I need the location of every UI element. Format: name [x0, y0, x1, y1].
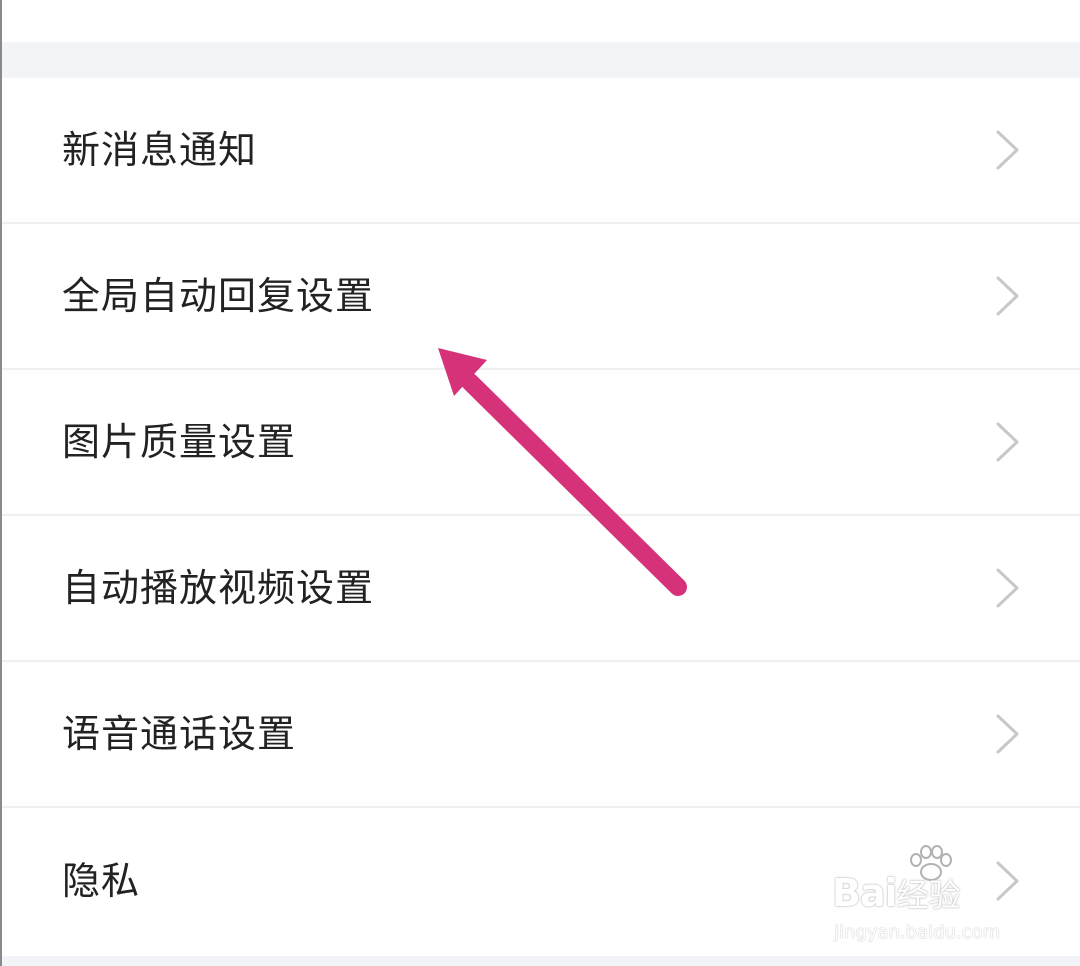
menu-item-new-message-notification[interactable]: 新消息通知: [2, 78, 1080, 224]
menu-item-global-auto-reply[interactable]: 全局自动回复设置: [2, 224, 1080, 370]
settings-screen: 新消息通知 全局自动回复设置 图片质量设置 自动播放视频设置 语音通话设置 隐私…: [0, 0, 1080, 966]
menu-item-label: 隐私: [62, 859, 141, 903]
menu-item-privacy[interactable]: 隐私: [2, 808, 1080, 954]
bottom-section-gap: [2, 956, 1080, 966]
chevron-right-icon: [994, 859, 1022, 903]
menu-item-label: 新消息通知: [62, 128, 258, 172]
menu-item-label: 语音通话设置: [62, 712, 297, 756]
chevron-right-icon: [994, 712, 1022, 756]
chevron-right-icon: [994, 128, 1022, 172]
menu-item-voice-call[interactable]: 语音通话设置: [2, 662, 1080, 808]
menu-item-label: 自动播放视频设置: [62, 566, 375, 610]
menu-item-autoplay-video[interactable]: 自动播放视频设置: [2, 516, 1080, 662]
chevron-right-icon: [994, 420, 1022, 464]
top-section-remainder: [2, 0, 1080, 42]
chevron-right-icon: [994, 566, 1022, 610]
settings-menu-list: 新消息通知 全局自动回复设置 图片质量设置 自动播放视频设置 语音通话设置 隐私: [2, 78, 1080, 954]
menu-item-label: 图片质量设置: [62, 420, 297, 464]
section-gap: [2, 42, 1080, 78]
menu-item-image-quality[interactable]: 图片质量设置: [2, 370, 1080, 516]
menu-item-label: 全局自动回复设置: [62, 274, 375, 318]
chevron-right-icon: [994, 274, 1022, 318]
